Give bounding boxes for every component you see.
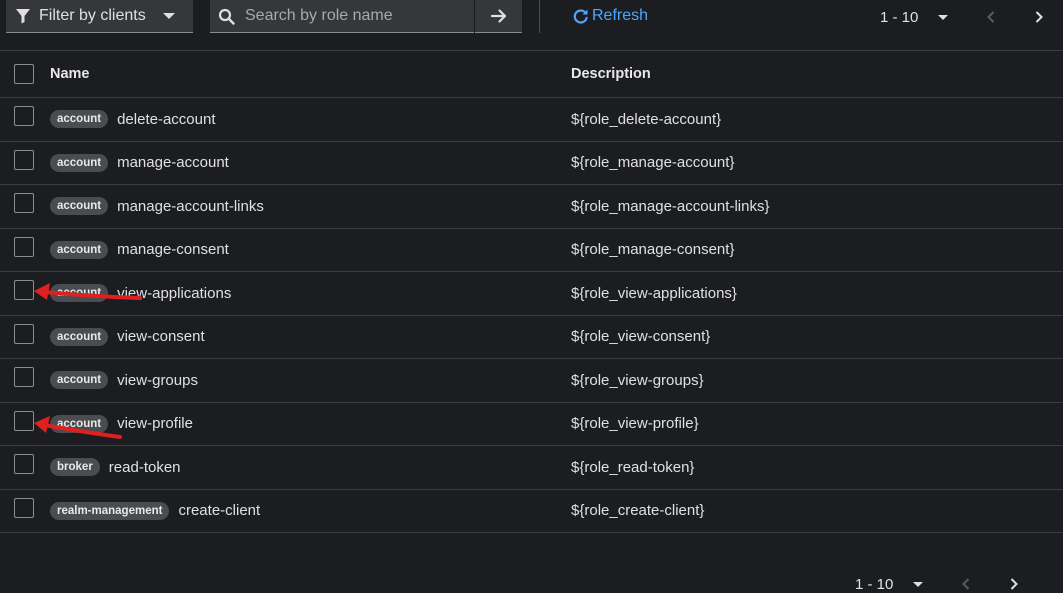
role-name: view-groups: [117, 371, 198, 389]
role-description: ${role_manage-account-links}: [571, 197, 770, 215]
search-input[interactable]: [243, 6, 463, 26]
role-description: ${role_create-client}: [571, 502, 705, 520]
row-checkbox[interactable]: [14, 193, 34, 213]
client-badge: broker: [50, 458, 100, 477]
client-badge: account: [50, 284, 109, 303]
pagination-caret-down-icon[interactable]: [913, 581, 924, 587]
refresh-icon: [573, 8, 588, 24]
role-name: create-client: [178, 502, 261, 520]
table-row: account manage-account ${role_manage-acc…: [0, 142, 1063, 185]
column-header-name[interactable]: Name: [50, 66, 90, 82]
table-row: account delete-account ${role_delete-acc…: [0, 98, 1063, 142]
row-checkbox[interactable]: [14, 323, 34, 344]
role-name-cell: account view-consent: [50, 327, 205, 346]
role-description: ${role_view-profile}: [571, 415, 699, 433]
filter-icon: [16, 9, 30, 24]
table-row: account manage-account-links ${role_mana…: [0, 185, 1063, 229]
filter-label: Filter by clients: [39, 7, 146, 24]
toolbar-divider: [539, 0, 540, 33]
client-badge: account: [50, 197, 109, 216]
search-field[interactable]: [210, 0, 474, 33]
role-name: delete-account: [117, 110, 216, 128]
pagination-range: 1 - 10: [880, 8, 919, 26]
client-badge: account: [50, 240, 109, 259]
pagination-caret-down-icon[interactable]: [938, 14, 949, 20]
table-row: broker read-token ${role_read-token}: [0, 446, 1063, 490]
role-name-cell: account view-profile: [50, 414, 193, 433]
role-name-cell: account manage-account: [50, 153, 229, 172]
role-name-cell: realm-management create-client: [50, 501, 261, 520]
row-checkbox[interactable]: [14, 280, 34, 300]
table-row: account view-consent ${role_view-consent…: [0, 316, 1063, 359]
role-name: manage-account-links: [117, 197, 264, 215]
row-checkbox[interactable]: [14, 367, 34, 387]
refresh-label: Refresh: [592, 7, 649, 24]
search-submit-button[interactable]: [475, 0, 522, 33]
role-name: view-consent: [117, 328, 205, 346]
role-description: ${role_manage-account}: [571, 154, 735, 172]
row-checkbox[interactable]: [14, 149, 34, 170]
client-badge: realm-management: [50, 501, 170, 520]
row-checkbox[interactable]: [14, 106, 34, 126]
row-checkbox[interactable]: [14, 410, 34, 431]
pagination-top: 1 - 10: [880, 7, 1044, 27]
role-description: ${role_delete-account}: [571, 110, 722, 128]
roles-table: Name Description account delete-account …: [0, 50, 1063, 533]
row-checkbox[interactable]: [14, 497, 34, 518]
role-name-cell: account manage-account-links: [50, 197, 264, 216]
role-name: manage-consent: [117, 241, 229, 259]
toolbar: Filter by clients Refresh 1 - 10: [0, 0, 1063, 34]
chevron-left-icon[interactable]: [961, 577, 971, 591]
search-icon: [218, 8, 235, 25]
role-description: ${role_manage-consent}: [571, 241, 735, 259]
table-row: account view-applications ${role_view-ap…: [0, 272, 1063, 316]
table-row: account view-groups ${role_view-groups}: [0, 359, 1063, 403]
table-header-row: Name Description: [0, 50, 1063, 98]
role-name-cell: account view-applications: [50, 284, 232, 303]
role-description: ${role_view-consent}: [571, 328, 711, 346]
client-badge: account: [50, 371, 109, 390]
refresh-button[interactable]: Refresh: [572, 6, 648, 26]
table-row: account manage-consent ${role_manage-con…: [0, 229, 1063, 272]
row-checkbox[interactable]: [14, 454, 34, 474]
client-badge: account: [50, 414, 109, 433]
filter-by-clients-dropdown[interactable]: Filter by clients: [6, 0, 193, 33]
row-checkbox[interactable]: [14, 236, 34, 257]
role-description: ${role_read-token}: [571, 458, 695, 476]
client-badge: account: [50, 110, 109, 129]
table-row: realm-management create-client ${role_cr…: [0, 490, 1063, 533]
role-description: ${role_view-groups}: [571, 371, 704, 389]
caret-down-icon: [163, 13, 175, 19]
role-name: read-token: [108, 458, 181, 476]
table-row: account view-profile ${role_view-profile…: [0, 403, 1063, 446]
role-name-cell: account view-groups: [50, 371, 198, 390]
role-name-cell: account manage-consent: [50, 240, 229, 259]
role-name: view-applications: [117, 284, 232, 302]
role-name-cell: account delete-account: [50, 110, 216, 129]
client-badge: account: [50, 327, 109, 346]
chevron-right-icon[interactable]: [1009, 577, 1019, 591]
role-name-cell: broker read-token: [50, 458, 181, 477]
pagination-bottom: 1 - 10: [855, 575, 1019, 593]
select-all-checkbox[interactable]: [14, 64, 34, 84]
chevron-left-icon[interactable]: [986, 10, 996, 24]
client-badge: account: [50, 153, 109, 172]
role-name: manage-account: [117, 154, 229, 172]
chevron-right-icon[interactable]: [1034, 10, 1044, 24]
role-description: ${role_view-applications}: [571, 284, 737, 302]
role-name: view-profile: [117, 415, 193, 433]
arrow-right-icon: [490, 9, 506, 23]
column-header-description: Description: [571, 66, 651, 82]
